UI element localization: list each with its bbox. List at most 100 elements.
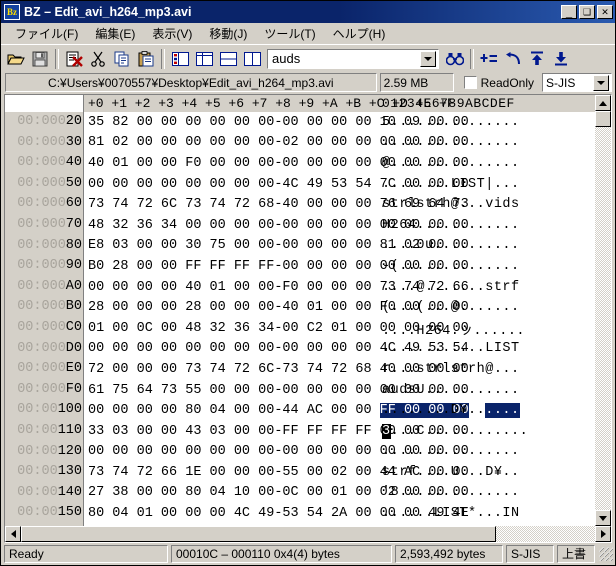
row-hex-bytes[interactable]: 48 32 36 34 00 00 00 00-00 00 00 00 00 0… [84,218,469,233]
hex-row[interactable]: 00:00040 40 01 00 00 F0 00 00 00-00 00 00… [5,153,595,174]
row-ascii[interactable]: 5............... [380,115,595,130]
hex-row[interactable]: 00:00100 00 00 00 00 80 04 00 00-44 AC 00… [5,400,595,421]
move-up-button[interactable] [525,47,549,70]
row-ascii[interactable]: r...strlstrh@... [380,362,595,377]
readonly-control[interactable]: ReadOnly [463,76,534,90]
row-hex-bytes[interactable]: 73 74 72 6C 73 74 72 68-40 00 00 00 76 6… [84,197,469,212]
row-hex-bytes[interactable]: 35 82 00 00 00 00 00 00-00 00 00 00 10 0… [84,115,469,130]
hex-row[interactable]: 00:000E0 72 00 00 00 73 74 72 6C-73 74 72… [5,359,595,380]
row-hex-bytes[interactable]: 40 01 00 00 F0 00 00 00-00 00 00 00 00 0… [84,156,469,171]
horizontal-scrollbar[interactable] [5,526,611,542]
hex-row[interactable]: 00:00140 27 38 00 00 80 04 10 00-0C 00 01… [5,482,595,504]
vertical-scrollbar-track[interactable] [595,127,611,510]
menu-view[interactable]: 表示(V) [144,23,201,44]
find-button[interactable] [443,47,467,70]
scroll-right-button[interactable] [595,526,611,542]
row-ascii[interactable]: 3...C............ [380,423,595,439]
menu-jump[interactable]: 移動(J) [201,23,256,44]
row-hex-bytes[interactable]: 00 00 00 00 80 04 00 00-44 AC 00 00 FF 0… [84,403,469,419]
hex-row[interactable]: 00:00130 73 74 72 66 1E 00 00 00-55 00 02… [5,462,595,483]
menu-tools[interactable]: ツール(T) [256,23,324,44]
row-hex-bytes[interactable]: 81 02 00 00 00 00 00 00-02 00 00 00 00 0… [84,135,469,150]
row-ascii[interactable]: ......LIST*...IN [380,506,595,521]
resize-grip[interactable] [599,546,613,561]
hex-row[interactable]: 00:00020 35 82 00 00 00 00 00 00-00 00 00… [5,112,595,133]
row-ascii[interactable]: ........LIST|... [380,177,595,192]
hex-row[interactable]: 00:000D0 00 00 00 00 00 00 00 00-00 00 00… [5,338,595,360]
row-ascii[interactable]: ............LIST [380,341,595,356]
row-hex-bytes[interactable]: 00 00 00 00 40 01 00 00-F0 00 00 00 73 7… [84,280,469,295]
undo-button[interactable] [501,47,525,70]
row-ascii[interactable]: -(.............. [380,259,595,274]
horizontal-scrollbar-thumb[interactable] [21,526,496,542]
close-button[interactable]: ✕ [597,5,613,19]
insert-button[interactable] [477,47,501,70]
row-hex-bytes[interactable]: 27 38 00 00 80 04 10 00-0C 00 01 00 02 0… [84,485,469,500]
paste-button[interactable] [134,47,158,70]
row-ascii[interactable]: ........D¥...... [380,403,595,419]
row-ascii[interactable]: (...(...@....... [380,300,595,315]
row-hex-bytes[interactable]: 00 00 00 00 00 00 00 00-00 00 00 00 00 0… [84,444,469,459]
row-ascii[interactable]: '8.............. [380,485,595,500]
hex-row[interactable]: 00:000C0 01 00 0C 00 48 32 36 34-00 C2 01… [5,317,595,339]
row-ascii[interactable]: ....H264.ッ...... [380,318,595,339]
row-ascii[interactable]: audsU........... [380,383,595,398]
vertical-scrollbar-thumb[interactable] [595,111,611,127]
row-hex-bytes[interactable]: 80 04 01 00 00 00 4C 49-53 54 2A 00 00 0… [84,506,469,521]
hex-row[interactable]: 00:00070 48 32 36 34 00 00 00 00-00 00 00… [5,214,595,236]
menu-edit[interactable]: 編集(E) [87,23,144,44]
row-hex-bytes[interactable]: E8 03 00 00 30 75 00 00-00 00 00 00 81 0… [84,238,469,253]
vertical-scrollbar[interactable] [595,95,611,526]
split-view-button[interactable] [168,47,192,70]
readonly-checkbox[interactable] [463,76,477,89]
row-ascii[interactable]: ................ [380,444,595,459]
ascii-selection[interactable]: .... [485,403,520,419]
delete-button[interactable] [62,47,86,70]
hex-row[interactable]: 00:00150 80 04 01 00 00 00 4C 49-53 54 2A… [5,503,595,524]
row-hex-bytes[interactable]: 33 03 00 00 43 03 00 00-FF FF FF FF 00 0… [84,424,469,439]
row-ascii[interactable]: strf....U...D¥.. [380,465,595,480]
save-file-button[interactable] [28,47,52,70]
search-combo[interactable]: auds [267,48,439,69]
encoding-combo[interactable]: S-JIS [542,73,612,92]
ascii-caret[interactable]: 3 [382,423,391,439]
search-input[interactable]: auds [268,51,420,66]
row-ascii[interactable]: strlstrh@...vids [380,197,595,212]
minimize-button[interactable]: _ [561,5,577,19]
row-ascii[interactable]: ....0u.......... [380,238,595,253]
scroll-up-button[interactable] [595,95,611,111]
row-hex-bytes[interactable]: 61 75 64 73 55 00 00 00-00 00 00 00 00 0… [84,383,469,398]
hex-row[interactable]: 00:000F0 61 75 64 73 55 00 00 00-00 00 00… [5,379,595,401]
hex-row[interactable]: 00:00110 33 03 00 00 43 03 00 00-FF FF FF… [5,420,595,442]
hex-row[interactable]: 00:000B0 28 00 00 00 28 00 00 00-40 01 00… [5,297,595,318]
hex-row[interactable]: 00:00030 81 02 00 00 00 00 00 00-02 00 00… [5,132,595,154]
encoding-dropdown-button[interactable] [593,74,609,91]
hex-row[interactable]: 00:00060 73 74 72 6C 73 74 72 68-40 00 00… [5,194,595,215]
move-down-button[interactable] [549,47,573,70]
scroll-left-button[interactable] [5,526,21,542]
row-ascii[interactable]: H264............ [380,218,595,233]
search-dropdown-button[interactable] [420,50,436,67]
copy-button[interactable] [110,47,134,70]
row-hex-bytes[interactable]: 28 00 00 00 28 00 00 00-40 01 00 00 F0 0… [84,300,469,315]
split-horizontal-button[interactable] [216,47,240,70]
split-two-pane-button[interactable] [240,47,264,70]
maximize-button[interactable]: ❑ [579,5,595,19]
scroll-down-button[interactable] [595,510,611,526]
row-hex-bytes[interactable]: 73 74 72 66 1E 00 00 00-55 00 02 00 44 A… [84,465,469,480]
hex-row[interactable]: 00:00080 E8 03 00 00 30 75 00 00-00 00 00… [5,235,595,257]
hex-row[interactable]: 00:00090 B0 28 00 00 FF FF FF FF-00 00 00… [5,256,595,277]
row-ascii[interactable]: ....@.......strf [380,280,595,295]
split-vertical-button[interactable] [192,47,216,70]
menu-help[interactable]: ヘルプ(H) [325,23,395,44]
row-hex-bytes[interactable]: B0 28 00 00 FF FF FF FF-00 00 00 00 00 0… [84,259,469,274]
hex-row[interactable]: 00:000A0 00 00 00 00 40 01 00 00-F0 00 00… [5,276,595,298]
cut-button[interactable] [86,47,110,70]
hex-row[interactable]: 00:00050 00 00 00 00 00 00 00 00-4C 49 53… [5,173,595,195]
row-ascii[interactable]: @............... [380,156,595,171]
row-hex-bytes[interactable]: 00 00 00 00 00 00 00 00-4C 49 53 54 7C 0… [84,177,469,192]
hex-row[interactable]: 00:00120 00 00 00 00 00 00 00 00-00 00 00… [5,441,595,463]
menu-file[interactable]: ファイル(F) [7,23,87,44]
row-hex-bytes[interactable]: 01 00 0C 00 48 32 36 34-00 C2 01 00 00 0… [84,321,469,336]
hex-rows-container[interactable]: 00:00020 35 82 00 00 00 00 00 00-00 00 00… [5,112,595,526]
